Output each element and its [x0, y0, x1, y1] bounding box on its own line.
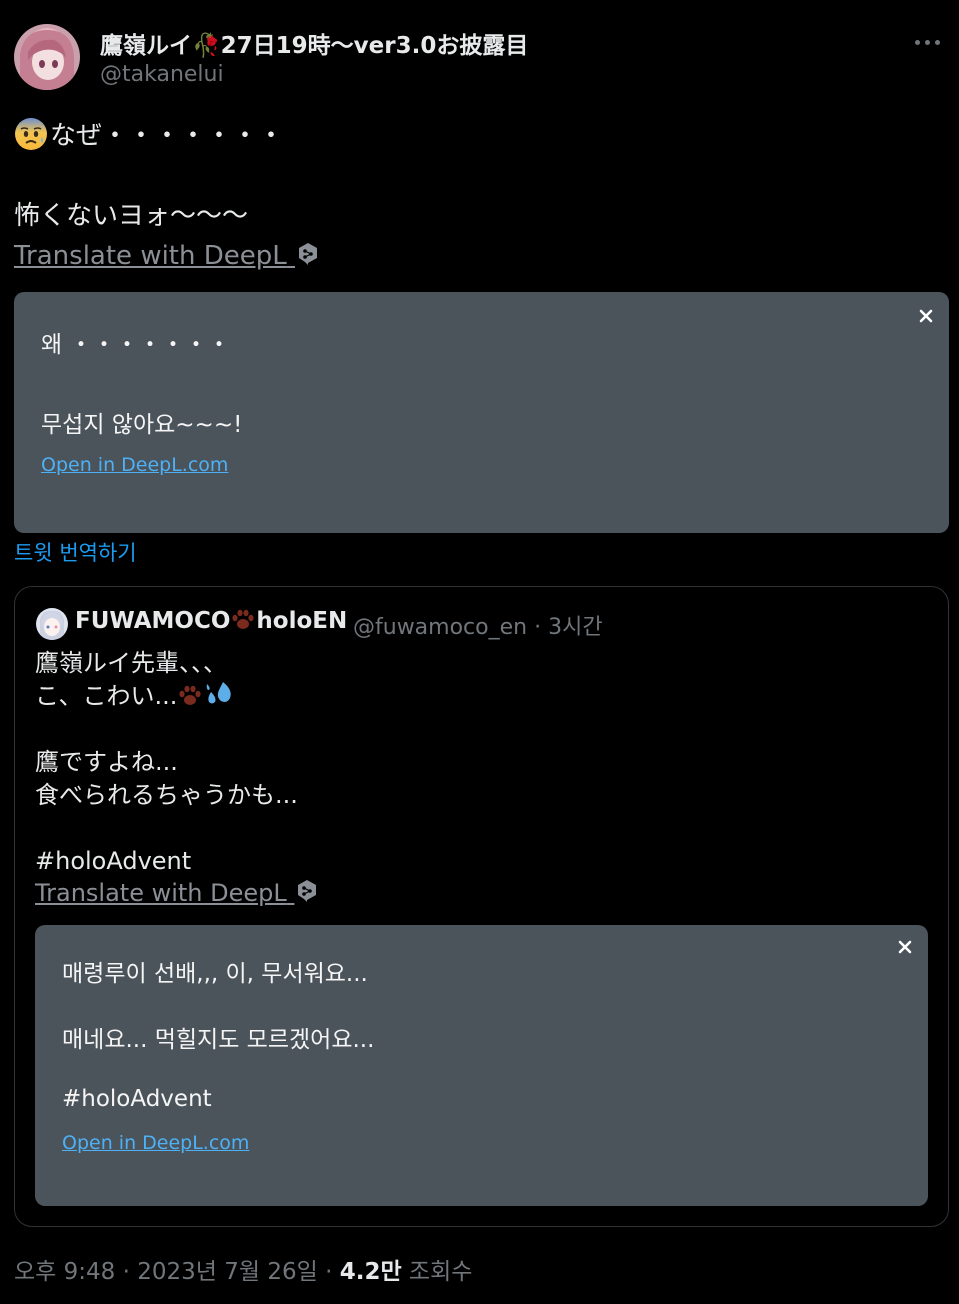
author-display-name[interactable]: 鷹嶺ルイ🥀27日19時～ver3.0お披露目: [100, 26, 528, 60]
sweat-droplets-icon: [203, 680, 235, 704]
translate-tweet-link[interactable]: 트윗 번역하기: [14, 537, 137, 567]
translation-line-2: 무섭지 않아요~~~!: [41, 412, 243, 438]
quoted-tweet-text: 鷹嶺ルイ先輩、、、 こ、こわい... 鷹ですよね... 食べられるちゃうかも..…: [35, 647, 925, 878]
tweet-line-1: なぜ・・・・・・・: [50, 121, 285, 151]
quoted-tweet-time: 3시간: [548, 615, 603, 640]
open-in-deepl-link[interactable]: Open in DeepL.com: [41, 454, 228, 476]
paw-icon: [230, 608, 256, 632]
close-icon[interactable]: [915, 305, 937, 327]
quoted-line-1: 鷹嶺ルイ先輩、、、: [35, 649, 227, 677]
views-label: 조회수: [408, 1259, 473, 1285]
tweet-footer: 오후 9:48 · 2023년 7월 26일 · 4.2만 조회수: [14, 1259, 473, 1285]
quoted-open-in-deepl-link[interactable]: Open in DeepL.com: [62, 1132, 249, 1154]
tweet-time[interactable]: 오후 9:48: [14, 1259, 115, 1285]
close-icon[interactable]: [894, 936, 916, 958]
tweet-text: なぜ・・・・・・・ 怖くないヨォ～～～: [14, 116, 944, 236]
paw-icon: [177, 684, 203, 708]
quoted-translation-line-3: #holoAdvent: [62, 1086, 212, 1112]
translate-with-deepl-link[interactable]: Translate with DeepL: [14, 241, 319, 271]
quoted-translation-line-2: 매네요... 먹힐지도 모르겠어요...: [62, 1027, 375, 1053]
deepl-icon: [296, 879, 318, 903]
author-avatar[interactable]: [14, 24, 80, 90]
tweet-date[interactable]: 2023년 7월 26일: [137, 1259, 318, 1285]
quoted-author-handle: @fuwamoco_en: [353, 615, 528, 640]
tweet-line-2: 怖くないヨォ～～～: [14, 201, 249, 231]
quoted-tweet-card[interactable]: FUWAMOCO holoEN @fuwamoco_en · 3시간 鷹嶺ルイ先輩…: [14, 586, 949, 1227]
quoted-author-meta: @fuwamoco_en · 3시간: [353, 615, 603, 640]
quoted-line-3: 鷹ですよね...: [35, 748, 178, 776]
quoted-line-4: 食べられるちゃうかも...: [35, 781, 298, 809]
author-handle[interactable]: @takanelui: [100, 62, 224, 87]
quoted-translate-with-deepl-link[interactable]: Translate with DeepL: [35, 879, 318, 907]
quoted-translation-line-1: 매령루이 선배,,, 이, 무서워요...: [62, 961, 368, 987]
more-options-icon[interactable]: [915, 26, 945, 56]
quoted-hashtag[interactable]: #holoAdvent: [35, 847, 191, 875]
views-count: 4.2만: [339, 1259, 402, 1285]
anxious-face-emoji-icon: [14, 117, 48, 151]
deepl-translation-box: 왜 ・・・・・・・ 무섭지 않아요~~~! Open in DeepL.com: [14, 292, 949, 533]
translation-line-1: 왜 ・・・・・・・: [41, 332, 231, 358]
quoted-author-avatar: [36, 608, 68, 640]
quoted-line-2: こ、こわい...: [35, 682, 178, 710]
deepl-icon: [297, 242, 319, 266]
quoted-author-name: FUWAMOCO holoEN: [75, 608, 348, 634]
tweet-header: 鷹嶺ルイ🥀27日19時～ver3.0お披露目 @takanelui: [14, 22, 949, 92]
quoted-deepl-translation-box: 매령루이 선배,,, 이, 무서워요... 매네요... 먹힐지도 모르겠어요.…: [35, 925, 928, 1206]
